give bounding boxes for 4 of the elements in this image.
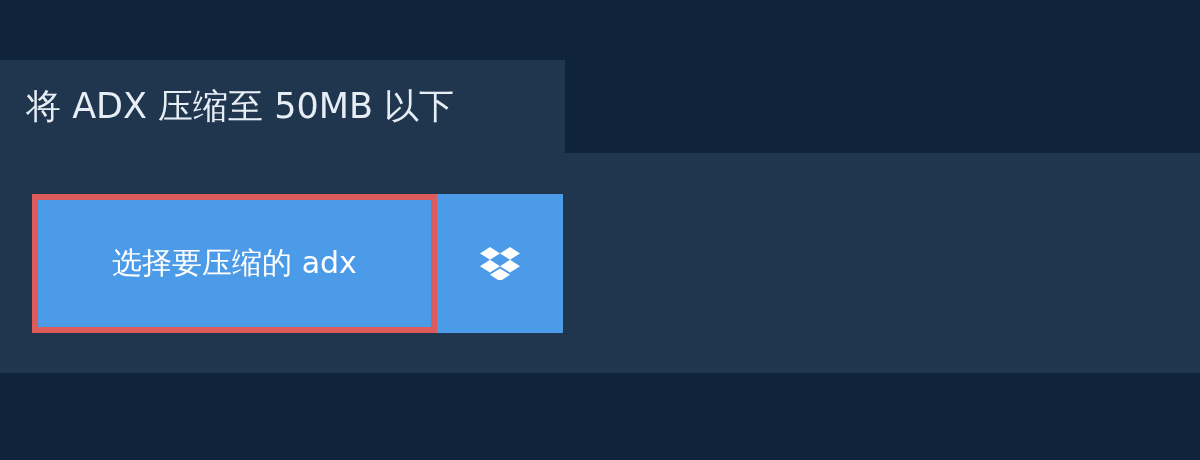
dropbox-icon	[480, 246, 520, 280]
tab-title: 将 ADX 压缩至 50MB 以下	[26, 85, 455, 128]
choose-file-button[interactable]: 选择要压缩的 adx	[32, 193, 437, 333]
dropbox-button[interactable]	[437, 193, 563, 333]
